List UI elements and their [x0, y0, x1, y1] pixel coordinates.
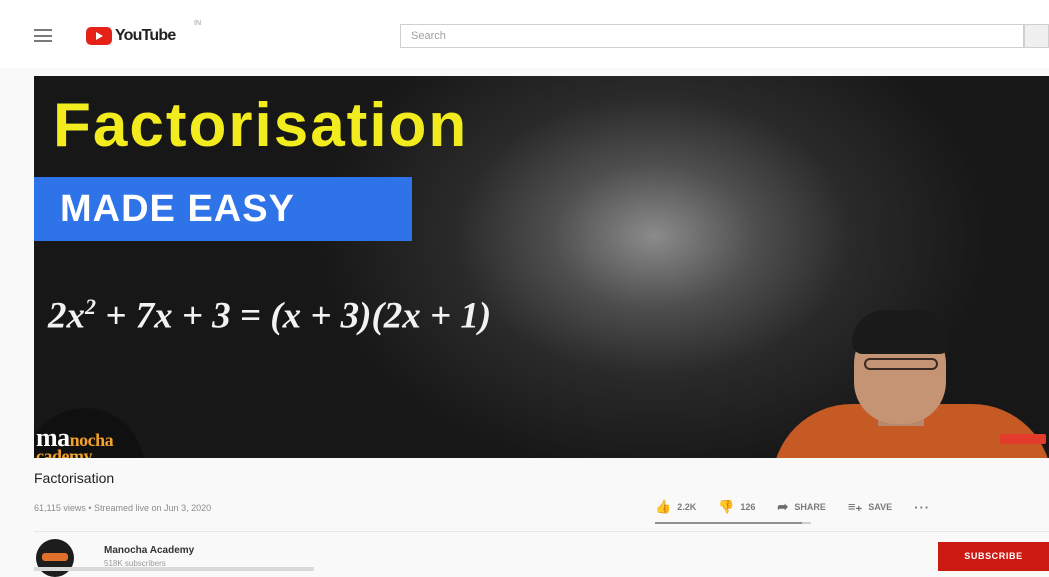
more-actions-button[interactable]: ··· [914, 500, 930, 515]
dislike-button[interactable]: 👎 126 [718, 499, 755, 515]
search-input[interactable]: Search [400, 24, 1024, 48]
youtube-logo[interactable]: YouTube [86, 27, 176, 45]
search-button[interactable] [1024, 24, 1049, 48]
thumbnail-equation: 2x2 + 7x + 3 = (x + 3)(2x + 1) [48, 294, 492, 337]
share-button[interactable]: ➦ SHARE [777, 499, 825, 515]
channel-name[interactable]: Manocha Academy [104, 545, 194, 556]
video-player[interactable]: Factorisation MADE EASY 2x2 + 7x + 3 = (… [34, 76, 1049, 458]
play-logo-icon [86, 27, 112, 45]
video-actions: 👍 2.2K 👎 126 ➦ SHARE ≡₊ SAVE ··· [655, 498, 930, 516]
masthead: YouTube IN Search [0, 0, 1049, 68]
channel-avatar[interactable] [36, 539, 74, 577]
subscribe-button[interactable]: SUBSCRIBE [938, 542, 1049, 571]
save-button[interactable]: ≡₊ SAVE [848, 499, 892, 515]
divider [34, 531, 1049, 532]
like-button[interactable]: 👍 2.2K [655, 499, 696, 515]
thumbnail-title: Factorisation [53, 91, 469, 160]
share-icon: ➦ [777, 499, 789, 514]
thumbs-up-icon: 👍 [655, 499, 672, 514]
menu-icon[interactable] [34, 29, 52, 42]
like-ratio-bar [655, 522, 811, 524]
thumbs-down-icon: 👎 [718, 499, 735, 514]
presenter-image [772, 308, 1049, 458]
live-tag [1000, 434, 1046, 444]
logo-region: IN [194, 20, 201, 27]
channel-watermark: manocha cademy [34, 408, 144, 458]
logo-text: YouTube [115, 27, 176, 44]
thumbnail-badge: MADE EASY [34, 177, 412, 241]
video-meta: 61,115 views • Streamed live on Jun 3, 2… [34, 503, 212, 513]
playlist-add-icon: ≡₊ [847, 499, 863, 514]
video-title: Factorisation [34, 470, 115, 486]
scrollbar[interactable] [34, 567, 314, 571]
